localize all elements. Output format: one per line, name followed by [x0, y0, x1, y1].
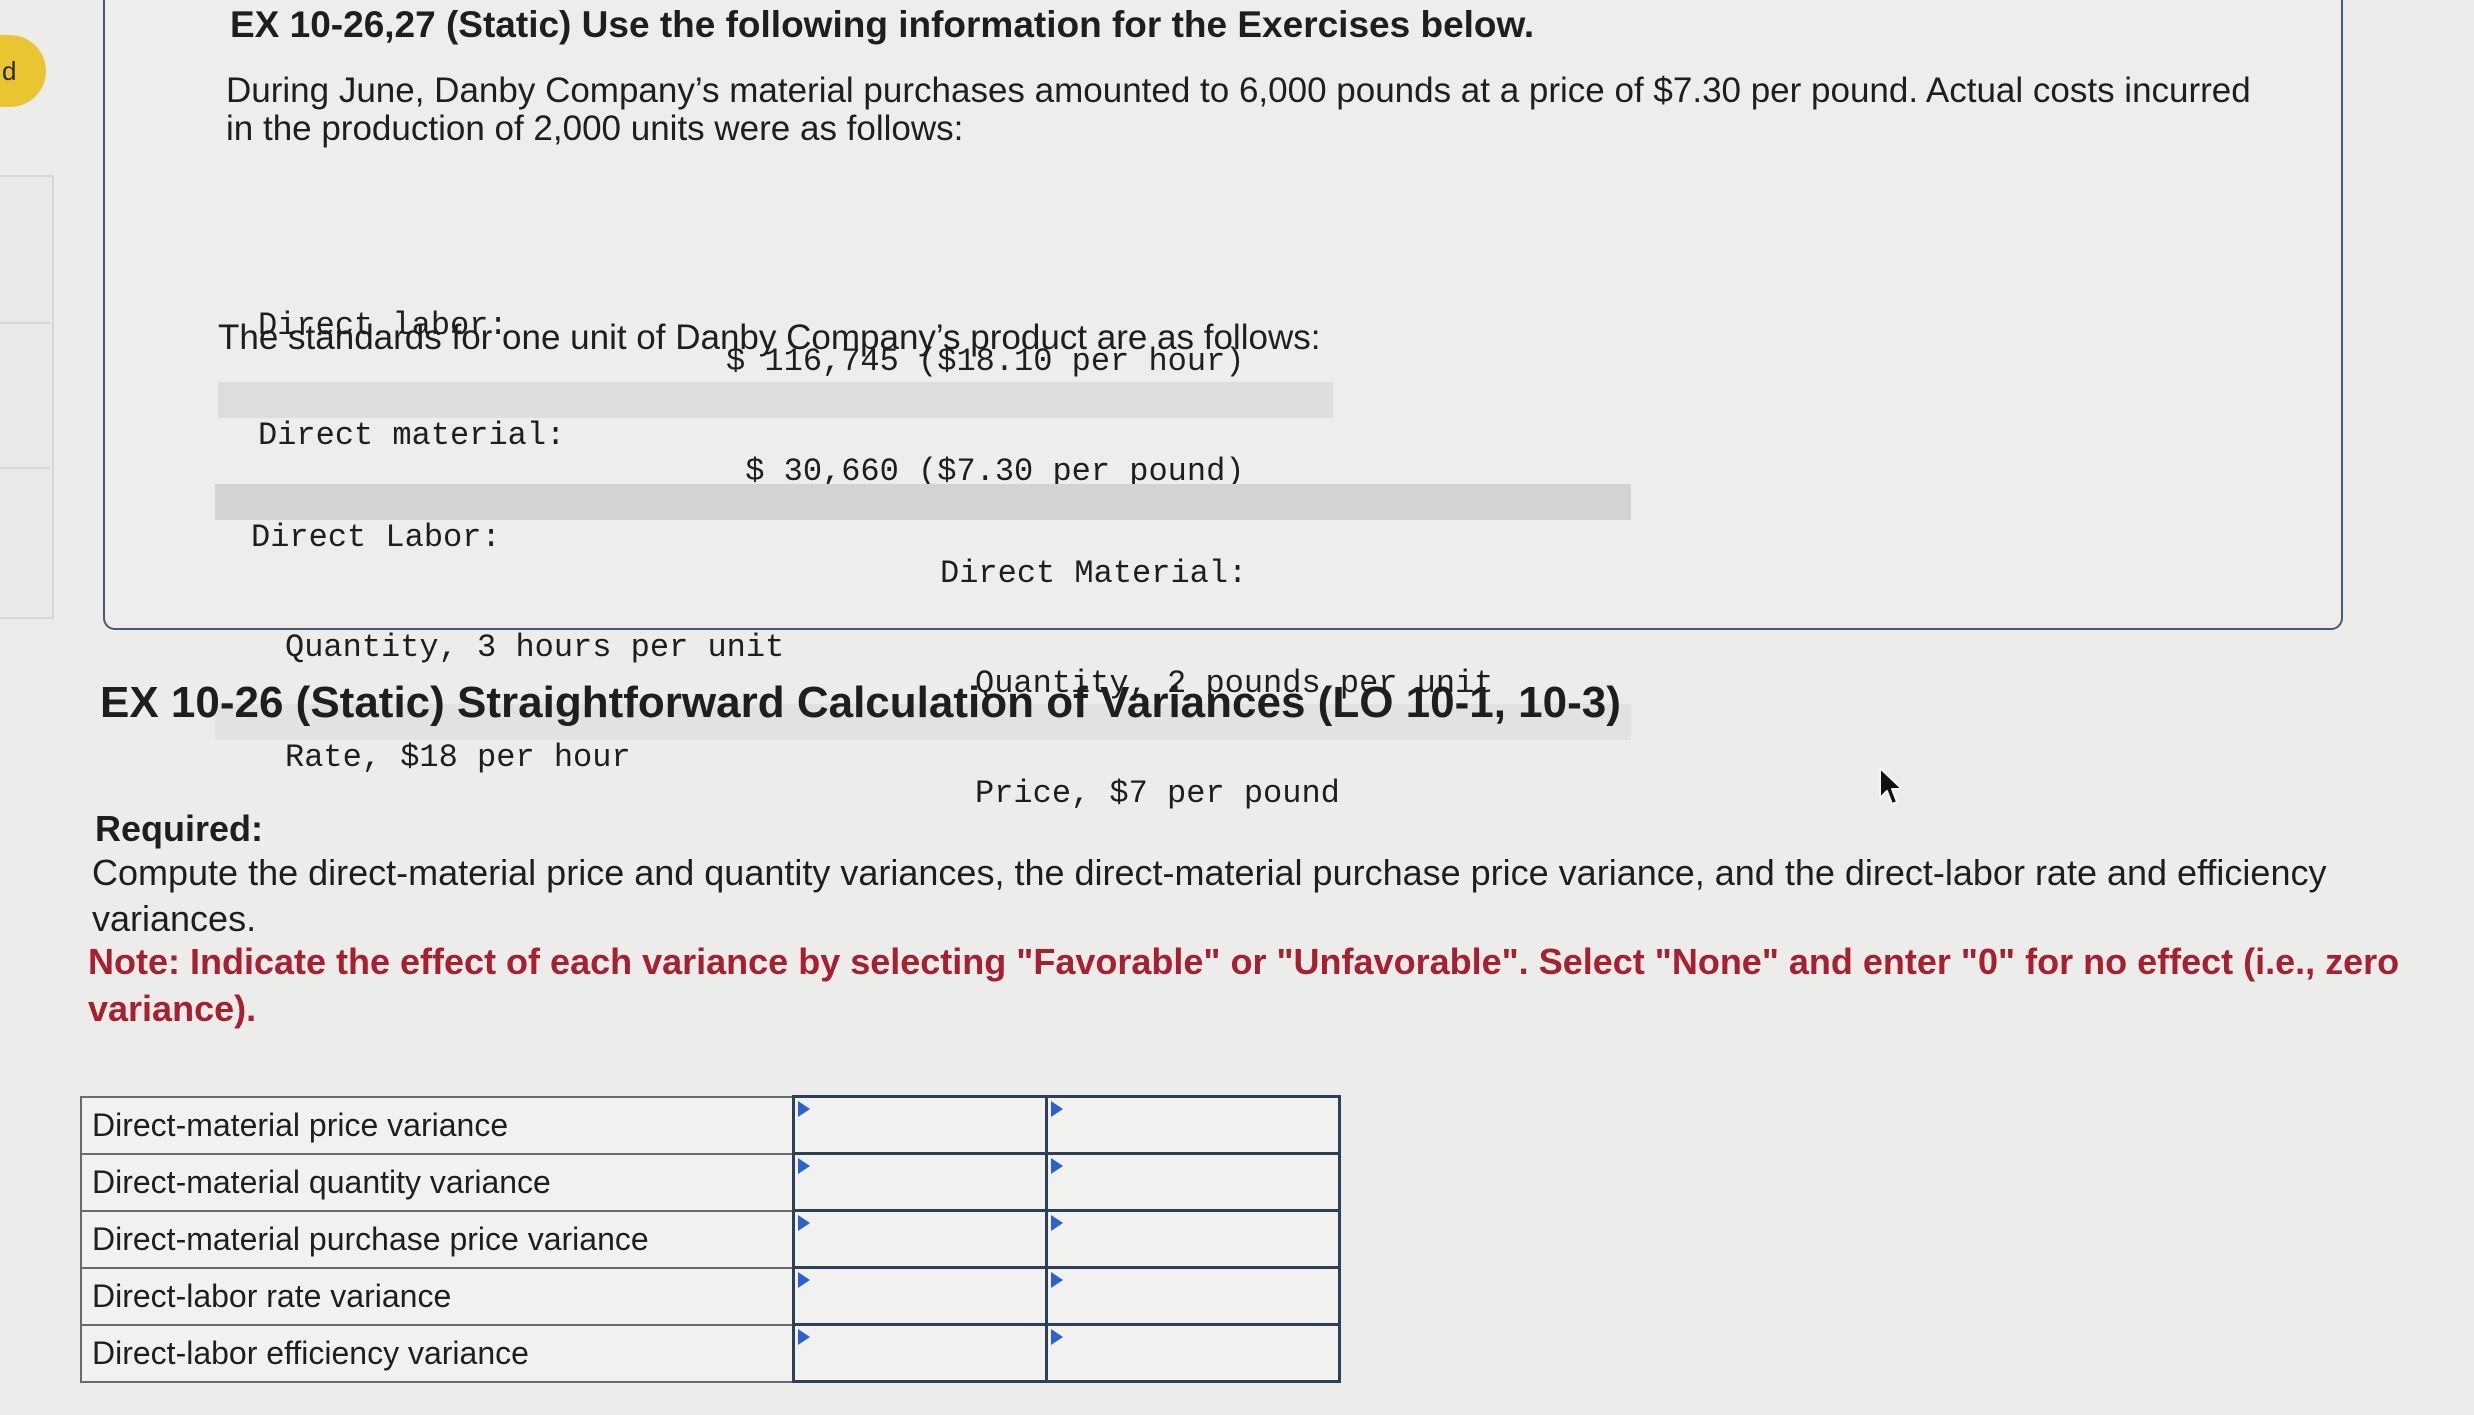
table-row: Direct-material quantity variance	[80, 1152, 1341, 1212]
exercise-header: EX 10-26,27 (Static) Use the following i…	[230, 4, 1535, 45]
dropdown-triangle-icon	[1051, 1215, 1063, 1231]
dropdown-triangle-icon	[798, 1329, 810, 1345]
dropdown-triangle-icon	[1051, 1101, 1063, 1117]
instruction-note: Note: Indicate the effect of each varian…	[88, 941, 2400, 1029]
variance-effect-select[interactable]	[1045, 1209, 1341, 1269]
material-heading: Direct Material:	[940, 555, 1248, 592]
variance-amount-input[interactable]	[792, 1095, 1048, 1155]
variance-answer-table: Direct-material price variance Direct-ma…	[80, 1095, 1341, 1383]
intro-paragraph: During June, Danby Company’s material pu…	[226, 71, 2251, 148]
standards-intro: The standards for one unit of Danby Comp…	[218, 318, 1321, 357]
variance-effect-select[interactable]	[1045, 1152, 1341, 1212]
variance-amount-input[interactable]	[792, 1209, 1048, 1269]
variance-amount-input[interactable]	[792, 1152, 1048, 1212]
table-row: Direct-labor efficiency variance	[80, 1323, 1341, 1383]
required-text: Compute the direct-material price and qu…	[92, 852, 2327, 939]
variance-effect-select[interactable]	[1045, 1266, 1341, 1326]
exercise-title: EX 10-26 (Static) Straightforward Calcul…	[100, 678, 1621, 727]
standards-heading-row: Direct Labor: Direct Material:	[215, 484, 1631, 592]
material-price: Price, $7 per pound	[975, 775, 1340, 812]
rail-divider	[0, 322, 50, 324]
variance-amount-input[interactable]	[792, 1323, 1048, 1383]
left-navigation-rail	[0, 175, 54, 619]
dropdown-triangle-icon	[1051, 1272, 1063, 1288]
standards-row: Quantity, 3 hours per unit Quantity, 2 p…	[215, 594, 1631, 702]
required-label: Required:	[95, 808, 264, 849]
variance-label: Direct-labor efficiency variance	[80, 1323, 795, 1383]
table-row: Direct-material purchase price variance	[80, 1209, 1341, 1269]
actual-cost-row: Direct labor: $ 116,745 ($18.10 per hour…	[218, 272, 1333, 380]
dropdown-triangle-icon	[1051, 1158, 1063, 1174]
dropdown-triangle-icon	[798, 1215, 810, 1231]
dropdown-triangle-icon	[798, 1158, 810, 1174]
rail-divider	[0, 467, 50, 469]
variance-effect-select[interactable]	[1045, 1095, 1341, 1155]
variance-amount-input[interactable]	[792, 1266, 1048, 1326]
variance-label: Direct-material purchase price variance	[80, 1209, 795, 1269]
table-row: Direct-material price variance	[80, 1095, 1341, 1155]
variance-label: Direct-material quantity variance	[80, 1152, 795, 1212]
labor-heading: Direct Labor:	[251, 519, 501, 556]
dropdown-triangle-icon	[1051, 1329, 1063, 1345]
question-status-badge[interactable]: d	[0, 35, 46, 107]
variance-label: Direct-material price variance	[80, 1095, 795, 1155]
labor-rate: Rate, $18 per hour	[285, 739, 631, 776]
mouse-pointer-icon	[1879, 767, 1903, 805]
variance-effect-select[interactable]	[1045, 1323, 1341, 1383]
dropdown-triangle-icon	[798, 1272, 810, 1288]
variance-label: Direct-labor rate variance	[80, 1266, 795, 1326]
table-row: Direct-labor rate variance	[80, 1266, 1341, 1326]
dropdown-triangle-icon	[798, 1101, 810, 1117]
labor-quantity: Quantity, 3 hours per unit	[285, 629, 785, 666]
